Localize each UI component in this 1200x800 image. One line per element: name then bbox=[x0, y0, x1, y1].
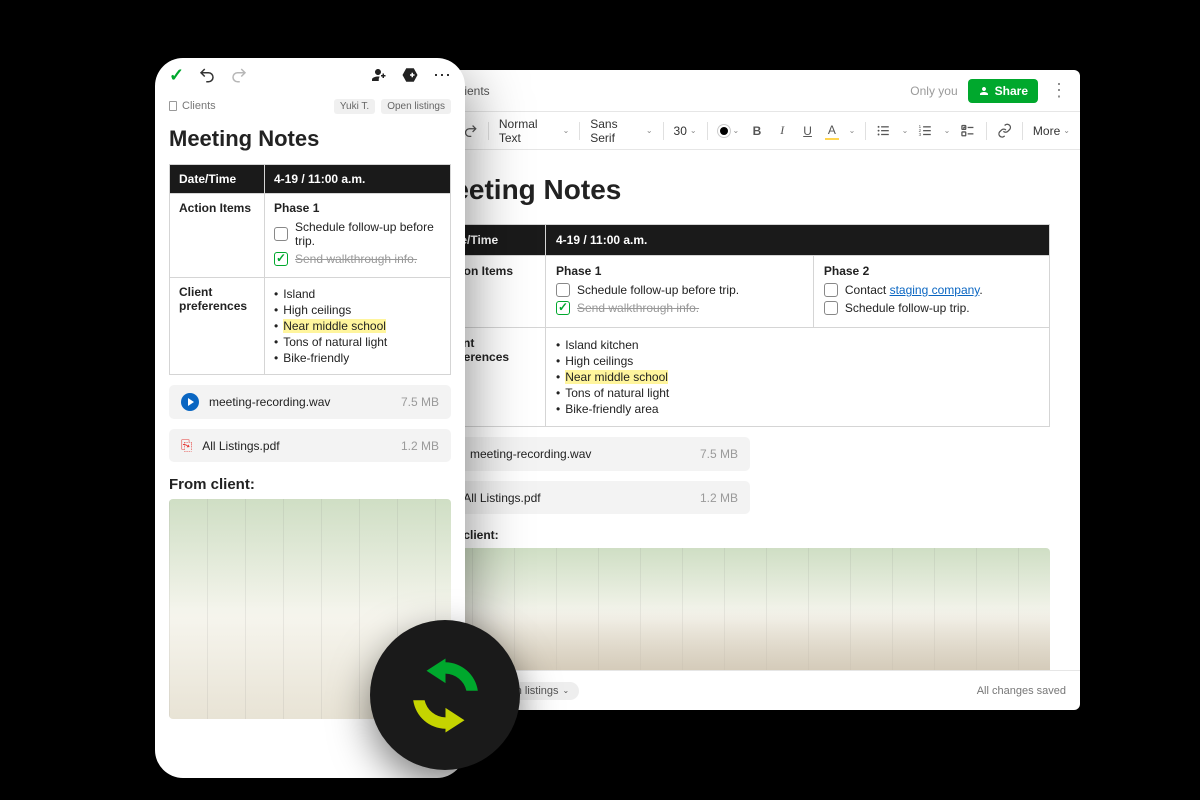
bulleted-list-icon[interactable] bbox=[876, 123, 891, 139]
mobile-toolbar: ✓ ⋯ bbox=[155, 58, 465, 92]
share-button[interactable]: Share bbox=[968, 79, 1038, 103]
font-dropdown[interactable]: Sans Serif⌄ bbox=[590, 117, 652, 145]
attachment-size: 7.5 MB bbox=[401, 395, 439, 409]
task-row[interactable]: Send walkthrough info. bbox=[274, 252, 441, 266]
attachment-filename: meeting-recording.wav bbox=[470, 447, 690, 461]
text-style-dropdown[interactable]: Normal Text⌄ bbox=[499, 117, 569, 145]
phase2-heading: Phase 2 bbox=[824, 264, 1039, 278]
attachment-audio[interactable]: meeting-recording.wav 7.5 MB bbox=[430, 437, 750, 471]
note-body[interactable]: Meeting Notes Date/Time 4-19 / 11:00 a.m… bbox=[400, 150, 1080, 670]
phase1-heading: Phase 1 bbox=[556, 264, 803, 278]
tag-chip[interactable]: Yuki T. bbox=[334, 99, 375, 114]
undo-icon[interactable] bbox=[198, 66, 216, 84]
desktop-window: ⤢ Clients Only you Share ⋮ + Normal Text… bbox=[400, 70, 1080, 710]
share-person-icon bbox=[978, 85, 990, 97]
th-preferences: Client preferences bbox=[170, 278, 265, 375]
attachment-audio[interactable]: meeting-recording.wav 7.5 MB bbox=[169, 385, 451, 419]
section-from-client: From client: bbox=[430, 528, 1050, 542]
checkbox-icon[interactable] bbox=[824, 283, 838, 297]
privacy-label: Only you bbox=[910, 84, 957, 98]
sync-badge bbox=[370, 620, 520, 770]
attachment-filename: meeting-recording.wav bbox=[209, 395, 391, 409]
section-from-client: From client: bbox=[169, 476, 451, 493]
more-menu-icon[interactable]: ⋮ bbox=[1048, 80, 1070, 101]
more-icon[interactable]: ⋯ bbox=[433, 66, 451, 84]
font-size-dropdown[interactable]: 30⌄ bbox=[674, 124, 697, 138]
td-datetime-val: 4-19 / 11:00 a.m. bbox=[265, 165, 451, 194]
task-row[interactable]: Schedule follow-up trip. bbox=[824, 301, 1039, 315]
checkbox-checked-icon[interactable] bbox=[274, 252, 288, 266]
task-row[interactable]: Send walkthrough info. bbox=[556, 301, 803, 315]
checkbox-icon[interactable] bbox=[556, 283, 570, 297]
highlight-button[interactable]: A bbox=[825, 123, 838, 139]
color-swatch-icon bbox=[718, 125, 730, 137]
share-label: Share bbox=[995, 84, 1028, 98]
add-person-icon[interactable] bbox=[369, 66, 387, 84]
notebook-icon bbox=[169, 101, 177, 111]
sync-icon bbox=[398, 648, 493, 743]
meeting-table: Date/Time 4-19 / 11:00 a.m. Action Items… bbox=[169, 164, 451, 375]
td-datetime-val: 4-19 / 11:00 a.m. bbox=[546, 225, 1050, 256]
note-title[interactable]: Meeting Notes bbox=[169, 126, 451, 152]
desktop-titlebar: ⤢ Clients Only you Share ⋮ bbox=[400, 70, 1080, 112]
notebook-breadcrumb[interactable]: Clients bbox=[169, 100, 216, 112]
done-check-icon[interactable]: ✓ bbox=[169, 65, 184, 86]
note-title[interactable]: Meeting Notes bbox=[430, 174, 1050, 206]
attachment-pdf[interactable]: ⎘ All Listings.pdf 1.2 MB bbox=[430, 481, 750, 514]
numbered-list-icon[interactable]: 123 bbox=[918, 123, 933, 139]
task-row[interactable]: Schedule follow-up before trip. bbox=[556, 283, 803, 297]
text-color-dropdown[interactable]: ⌄ bbox=[718, 125, 740, 137]
underline-button[interactable]: U bbox=[800, 123, 815, 139]
phase1-heading: Phase 1 bbox=[274, 201, 441, 215]
attachment-size: 7.5 MB bbox=[700, 447, 738, 461]
checklist-icon[interactable] bbox=[960, 123, 975, 139]
add-tag-icon[interactable] bbox=[401, 66, 419, 84]
client-photo[interactable] bbox=[430, 548, 1050, 670]
td-phase2[interactable]: Phase 2 Contact staging company. Schedul… bbox=[813, 256, 1049, 328]
attachment-size: 1.2 MB bbox=[700, 491, 738, 505]
more-formatting-dropdown[interactable]: More⌄ bbox=[1033, 124, 1070, 138]
attachment-filename: All Listings.pdf bbox=[202, 439, 391, 453]
tag-chip[interactable]: Open listings bbox=[381, 99, 451, 114]
staging-company-link[interactable]: staging company bbox=[890, 283, 980, 297]
attachment-size: 1.2 MB bbox=[401, 439, 439, 453]
redo-icon[interactable] bbox=[230, 66, 248, 84]
th-action-items: Action Items bbox=[170, 194, 265, 278]
meeting-table: Date/Time 4-19 / 11:00 a.m. Action Items… bbox=[430, 224, 1050, 427]
mobile-meta-row: Clients Yuki T. Open listings bbox=[155, 92, 465, 120]
attachment-pdf[interactable]: ⎘ All Listings.pdf 1.2 MB bbox=[169, 429, 451, 462]
pdf-icon: ⎘ bbox=[181, 437, 192, 454]
checkbox-icon[interactable] bbox=[824, 301, 838, 315]
link-icon[interactable] bbox=[997, 123, 1012, 139]
checkbox-icon[interactable] bbox=[274, 227, 288, 241]
svg-text:3: 3 bbox=[919, 132, 922, 137]
task-row[interactable]: Contact staging company. bbox=[824, 283, 1039, 297]
attachment-filename: All Listings.pdf bbox=[463, 491, 690, 505]
play-icon[interactable] bbox=[181, 393, 199, 411]
save-status: All changes saved bbox=[977, 685, 1066, 697]
th-datetime: Date/Time bbox=[170, 165, 265, 194]
td-phase1[interactable]: Phase 1 Schedule follow-up before trip. … bbox=[265, 194, 451, 278]
checkbox-checked-icon[interactable] bbox=[556, 301, 570, 315]
italic-button[interactable]: I bbox=[775, 123, 790, 139]
td-preferences[interactable]: •Island •High ceilings •Near middle scho… bbox=[265, 278, 451, 375]
task-row[interactable]: Schedule follow-up before trip. bbox=[274, 220, 441, 248]
format-toolbar: + Normal Text⌄ Sans Serif⌄ 30⌄ ⌄ B I U A… bbox=[400, 112, 1080, 150]
td-preferences[interactable]: •Island kitchen •High ceilings •Near mid… bbox=[546, 328, 1050, 427]
td-phase1[interactable]: Phase 1 Schedule follow-up before trip. … bbox=[546, 256, 814, 328]
bold-button[interactable]: B bbox=[749, 123, 764, 139]
